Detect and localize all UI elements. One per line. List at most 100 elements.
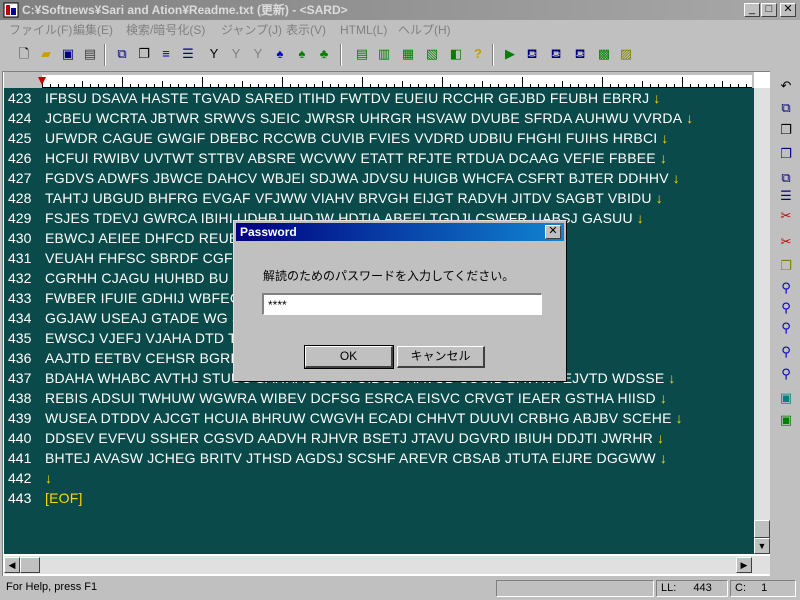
vertical-scroll-thumb[interactable] [754,520,770,538]
scroll-left-icon[interactable]: ◀ [4,557,20,573]
paste-icon[interactable]: ≡ [156,44,176,66]
undo-icon[interactable]: ↶ [776,76,796,96]
ruler-tick [546,84,547,87]
ruler-tick [162,81,163,87]
line-label: LL: [661,582,677,594]
html-3-icon[interactable]: ⛾ [570,44,590,66]
text-line[interactable]: 423 IFBSU DSAVA HASTE TGVAD SARED ITIHD F… [4,88,754,108]
text-line[interactable]: 425 UFWDR CAGUE GWGIF DBEBC RCCWB CUVIB F… [4,128,754,148]
tool-a-icon[interactable]: Y [248,44,268,66]
tool-b-icon[interactable]: ♠ [270,44,290,66]
menu-search-encrypt[interactable]: 検索/暗号化(S) [123,21,208,39]
find-icon[interactable]: ⚲ [776,278,796,298]
ruler-tick [570,84,571,87]
dialog-close-button[interactable]: ✕ [545,225,561,239]
html-4-icon[interactable]: ▩ [594,44,614,66]
text-line[interactable]: 427 FGDVS ADWFS JBWCE DAHCV WBJEI SDJWA J… [4,168,754,188]
html-1-icon[interactable]: ⛾ [522,44,542,66]
clipboard-3-icon[interactable]: ❐ [776,144,796,164]
clipboard-1-icon[interactable]: ⧉ [776,98,796,118]
new-file-icon[interactable]: 🗋 [14,44,34,66]
line-text: HCFUI RWIBV UVTWT STTBV ABSRE WCVWV ETAT… [45,148,667,168]
help-icon[interactable]: ? [468,44,488,66]
toolbar-separator [104,44,106,66]
run-icon[interactable]: ▶ [500,44,520,66]
open-folder-icon[interactable]: ▰ [36,44,56,66]
clipboard-4-icon[interactable]: ⧉ [776,168,796,188]
app-icon[interactable] [3,2,19,18]
line-text: DDSEV EVFVU SSHER CGSVD AADVH RJHVR BSET… [45,428,664,448]
line-number: 427 [8,170,32,186]
view-4-icon[interactable]: ▧ [422,44,442,66]
tool-c-icon[interactable]: ♠ [292,44,312,66]
ruler-tick [474,84,475,87]
html-2-icon[interactable]: ⛾ [546,44,566,66]
horizontal-scrollbar[interactable] [4,556,770,574]
menu-jump[interactable]: ジャンプ(J) [218,21,285,39]
menu-view[interactable]: 表示(V) [283,21,329,39]
toolbar-separator [492,44,494,66]
view-1-icon[interactable]: ▤ [352,44,372,66]
horizontal-scroll-thumb[interactable] [20,557,40,573]
line-feed-icon: ↓ [655,190,663,206]
tool-e-icon[interactable]: ◧ [446,44,466,66]
list-icon[interactable]: ☰ [776,186,796,206]
text-line[interactable]: 438 REBIS ADSUI TWHUW WGWRA WIBEV DCFSG E… [4,388,754,408]
find-next-icon[interactable]: ⚲ [776,298,796,318]
text-line[interactable]: 424 JCBEU WCRTA JBTWR SRWVS SJEIC JWRSR U… [4,108,754,128]
replace-icon[interactable]: ⚲ [776,342,796,362]
close-button[interactable]: ✕ [780,3,796,17]
cut-icon[interactable]: ⧉ [112,44,132,66]
ruler-tick [66,84,67,87]
ruler-tick [738,84,739,87]
ruler-tick [458,84,459,87]
scissors-icon[interactable]: ✂ [776,232,796,252]
view-2-icon[interactable]: ▥ [374,44,394,66]
ruler-tick [658,84,659,87]
clipboard-2-icon[interactable]: ❐ [776,120,796,140]
view-3-icon[interactable]: ▦ [398,44,418,66]
find-prev-icon[interactable]: ⚲ [776,318,796,338]
cut-red-icon[interactable]: ✂ [776,206,796,226]
sort-icon[interactable]: Y [204,44,224,66]
line-feed-icon: ↓ [659,150,668,166]
line-value: 443 [693,582,712,594]
cancel-button[interactable]: キャンセル [397,346,485,368]
ok-button[interactable]: OK [304,345,394,369]
scroll-right-icon[interactable]: ▶ [736,557,752,573]
text-line[interactable]: 442 ↓ [4,468,754,488]
tool-r1-icon[interactable]: ▣ [776,388,796,408]
text-line[interactable]: 441 BHTEJ AVASW JCHEG BRITV JTHSD AGDSJ S… [4,448,754,468]
html-5-icon[interactable]: ▨ [616,44,636,66]
menu-html[interactable]: HTML(L) [337,21,390,39]
line-content: FGDVS ADWFS JBWCE DAHCV WBJEI SDJWA JDVS… [45,170,669,186]
text-line[interactable]: 440 DDSEV EVFVU SSHER CGSVD AADVH RJHVR B… [4,428,754,448]
maximize-button[interactable]: □ [761,3,777,17]
status-empty-pane [496,580,654,597]
line-feed-icon: ↓ [659,450,668,466]
ruler-tick [634,84,635,87]
print-icon[interactable]: ▤ [80,44,100,66]
align-icon[interactable]: ☰ [178,44,198,66]
filter-icon[interactable]: Y [226,44,246,66]
tool-r2-icon[interactable]: ▣ [776,410,796,430]
text-line[interactable]: 443 [EOF] [4,488,754,508]
vertical-scrollbar[interactable] [754,88,770,554]
ruler-tick [58,84,59,87]
minimize-button[interactable]: _ [744,3,760,17]
eof-marker: [EOF] [45,490,83,506]
password-input[interactable] [262,293,542,315]
tool-d-icon[interactable]: ♣ [314,44,334,66]
menu-edit[interactable]: 編集(E) [70,21,116,39]
ruler-tick [338,84,339,87]
text-line[interactable]: 428 TAHTJ UBGUD BHFRG EVGAF VFJWW VIAHV B… [4,188,754,208]
search-file-icon[interactable]: ⚲ [776,364,796,384]
menu-file[interactable]: ファイル(F) [6,21,75,39]
clipboard-5-icon[interactable]: ❐ [776,256,796,276]
copy-icon[interactable]: ❐ [134,44,154,66]
text-line[interactable]: 426 HCFUI RWIBV UVTWT STTBV ABSRE WCVWV E… [4,148,754,168]
scroll-down-icon[interactable]: ▼ [754,538,770,554]
menu-help[interactable]: ヘルプ(H) [395,21,454,39]
save-icon[interactable]: ▣ [58,44,78,66]
text-line[interactable]: 439 WUSEA DTDDV AJCGT HCUIA BHRUW CWGVH E… [4,408,754,428]
